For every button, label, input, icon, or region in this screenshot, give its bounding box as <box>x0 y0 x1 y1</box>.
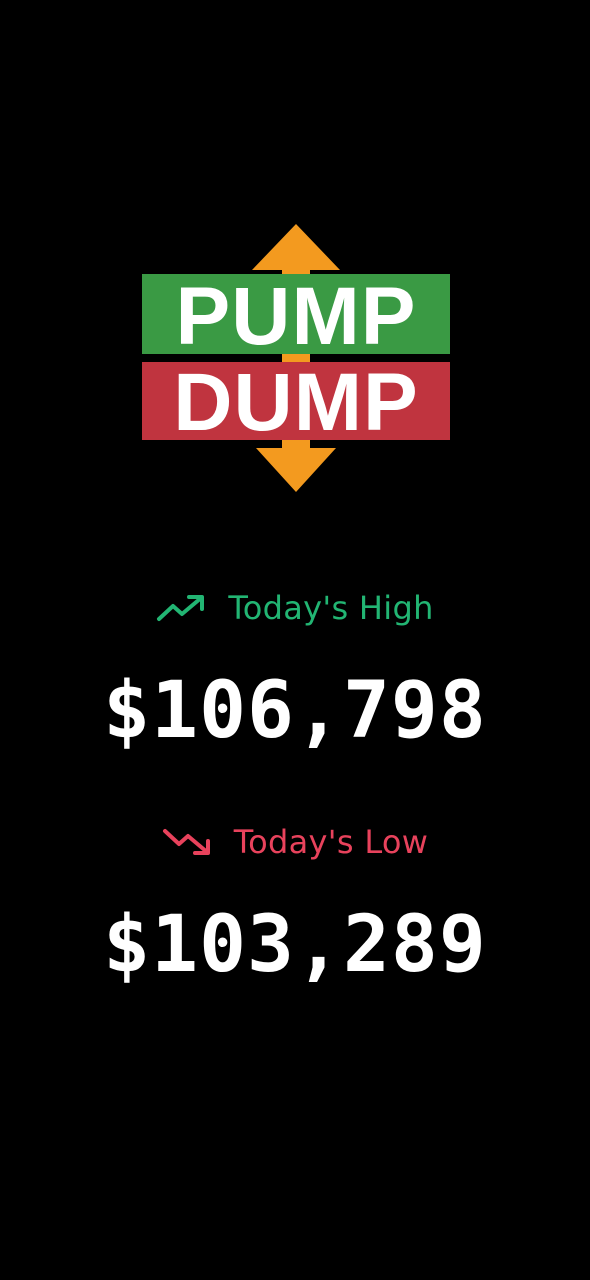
todays-high-value: $106,798 <box>103 666 487 756</box>
todays-high-label-row: Today's High <box>0 586 590 630</box>
logo-line-pump: PUMP <box>176 271 417 362</box>
trending-down-icon <box>162 827 214 857</box>
todays-high-label: Today's High <box>228 589 434 627</box>
todays-low-value: $103,289 <box>103 900 487 990</box>
todays-low-label: Today's Low <box>233 823 429 861</box>
logo-line-dump: DUMP <box>173 357 418 448</box>
todays-low-label-row: Today's Low <box>0 820 590 864</box>
pump-dump-logo: PUMP DUMP <box>140 222 452 494</box>
trending-up-icon <box>156 593 208 623</box>
